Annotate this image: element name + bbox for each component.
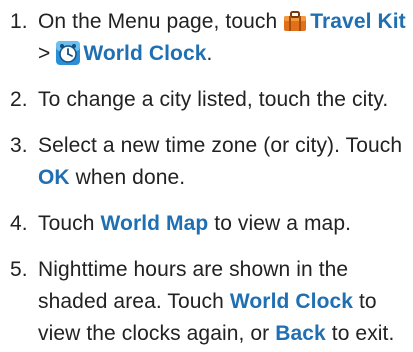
- step-text: On the Menu page, touch: [38, 10, 284, 33]
- step-3: 3. Select a new time zone (or city). Tou…: [0, 130, 413, 194]
- step-number: 5.: [10, 258, 28, 281]
- step-text: To change a city listed, touch the city.: [38, 88, 389, 111]
- step-1: 1. On the Menu page, touch Travel Kit > …: [0, 6, 413, 70]
- step-text: Touch: [38, 212, 101, 235]
- step-number: 1.: [10, 10, 28, 33]
- step-text: Select a new time zone (or city). Touch: [38, 134, 403, 157]
- step-number: 3.: [10, 134, 28, 157]
- period-text: .: [206, 42, 213, 65]
- step-text: to view a map.: [208, 212, 352, 235]
- back-label: Back: [275, 322, 326, 345]
- step-4: 4. Touch World Map to view a map.: [0, 208, 413, 240]
- world-map-label: World Map: [100, 212, 209, 235]
- step-number: 4.: [10, 212, 28, 235]
- world-clock-icon: [56, 41, 81, 65]
- ok-label: OK: [38, 166, 70, 189]
- instruction-steps: 1. On the Menu page, touch Travel Kit > …: [0, 6, 413, 350]
- step-number: 2.: [10, 88, 28, 111]
- travel-kit-suitcase-icon: [283, 9, 307, 33]
- world-clock-label: World Clock: [229, 290, 354, 313]
- step-text: when done.: [69, 166, 186, 189]
- step-2: 2. To change a city listed, touch the ci…: [0, 84, 413, 116]
- world-clock-label: World Clock: [83, 42, 207, 65]
- travel-kit-label: Travel Kit: [310, 10, 406, 33]
- separator-text: >: [38, 42, 57, 65]
- step-5: 5. Nighttime hours are shown in the shad…: [0, 254, 413, 350]
- step-text: to exit.: [325, 322, 395, 345]
